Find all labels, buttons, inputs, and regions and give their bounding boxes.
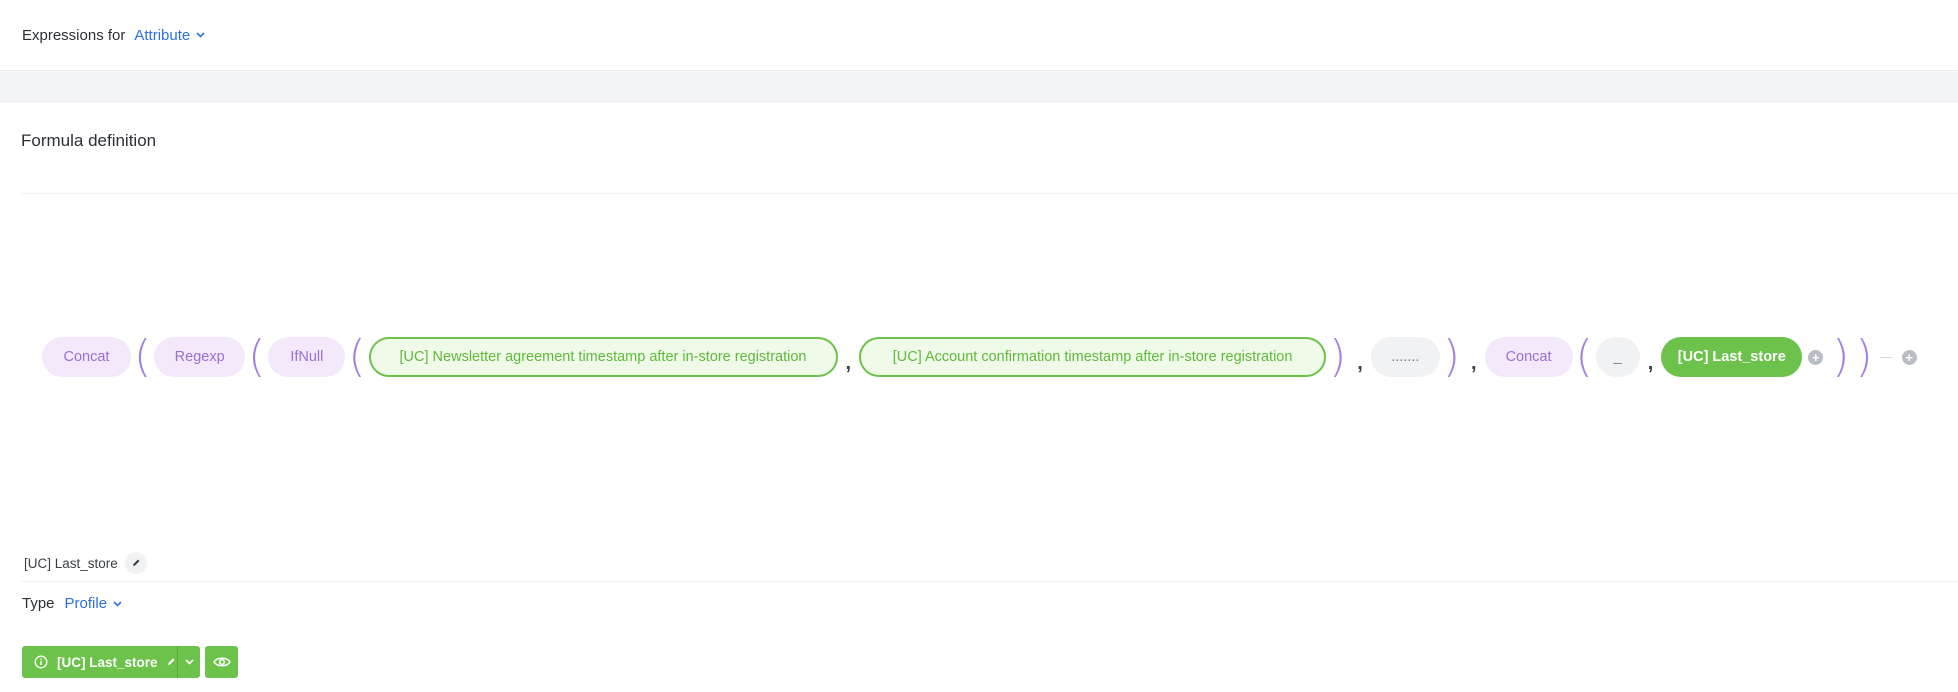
- paren-close: ): [1832, 331, 1850, 382]
- attribute-selector-main[interactable]: [UC] Last_store: [22, 655, 177, 670]
- divider: [21, 193, 1958, 194]
- section-title: Formula definition: [21, 131, 157, 150]
- add-expression-icon[interactable]: +: [1901, 349, 1917, 365]
- field-name-row: [UC] Last_store: [24, 552, 147, 574]
- comma: ,: [1357, 351, 1363, 374]
- header-bar: Expressions for Attribute: [0, 0, 1958, 71]
- comma: ,: [845, 351, 852, 374]
- paren-close: ): [1442, 331, 1460, 382]
- function-chip-regexp[interactable]: Regexp: [154, 337, 246, 377]
- type-dropdown[interactable]: Profile: [65, 595, 123, 612]
- paren-open: (: [348, 331, 366, 382]
- comma: ,: [1647, 351, 1654, 374]
- add-argument-icon[interactable]: +: [1808, 349, 1824, 365]
- attribute-selector-label: [UC] Last_store: [57, 654, 158, 670]
- paren-close: ): [1855, 331, 1873, 382]
- paren-open: (: [134, 331, 152, 382]
- attribute-chip-account[interactable]: [UC] Account confirmation timestamp afte…: [859, 337, 1327, 377]
- pencil-icon: [132, 559, 140, 566]
- paren-close: ): [1329, 331, 1347, 382]
- function-chip-ifnull[interactable]: IfNull: [268, 337, 346, 377]
- function-chip-concat[interactable]: Concat: [1484, 337, 1573, 377]
- attribute-dropdown-label: Attribute: [134, 26, 191, 44]
- placeholder-chip[interactable]: .......: [1370, 337, 1440, 377]
- selected-attribute-chip[interactable]: [UC] Last_store: [1661, 337, 1803, 377]
- chevron-down-icon: [184, 659, 194, 665]
- chevron-down-icon: [113, 600, 122, 607]
- formula-editor: Concat ( Regexp ( IfNull ( [UC] Newslett…: [42, 331, 1923, 382]
- attribute-chip-newsletter[interactable]: [UC] Newsletter agreement timestamp afte…: [368, 337, 838, 377]
- edit-name-button[interactable]: [124, 552, 147, 574]
- eye-icon: [212, 657, 231, 667]
- attribute-dropdown[interactable]: Attribute: [134, 27, 205, 44]
- comma: ,: [1470, 351, 1477, 374]
- type-row: Type Profile: [22, 595, 122, 612]
- field-name-label: [UC] Last_store: [24, 555, 118, 571]
- attribute-selector-button[interactable]: [UC] Last_store: [22, 646, 200, 678]
- preview-button[interactable]: [205, 646, 238, 678]
- gray-band: [0, 72, 1958, 102]
- underscore-chip[interactable]: _: [1595, 337, 1640, 377]
- divider: [21, 581, 1958, 582]
- function-chip-concat[interactable]: Concat: [42, 337, 131, 377]
- type-dropdown-value: Profile: [64, 595, 108, 612]
- type-label: Type: [22, 595, 55, 612]
- connector-line: [1879, 356, 1892, 358]
- paren-open: (: [248, 331, 266, 382]
- pencil-icon: [167, 658, 175, 665]
- attribute-selector-dropdown[interactable]: [178, 659, 200, 665]
- expressions-for-label: Expressions for: [22, 26, 126, 44]
- info-circle-icon: [34, 655, 48, 669]
- paren-open: (: [1575, 331, 1593, 382]
- chevron-down-icon: [196, 32, 205, 38]
